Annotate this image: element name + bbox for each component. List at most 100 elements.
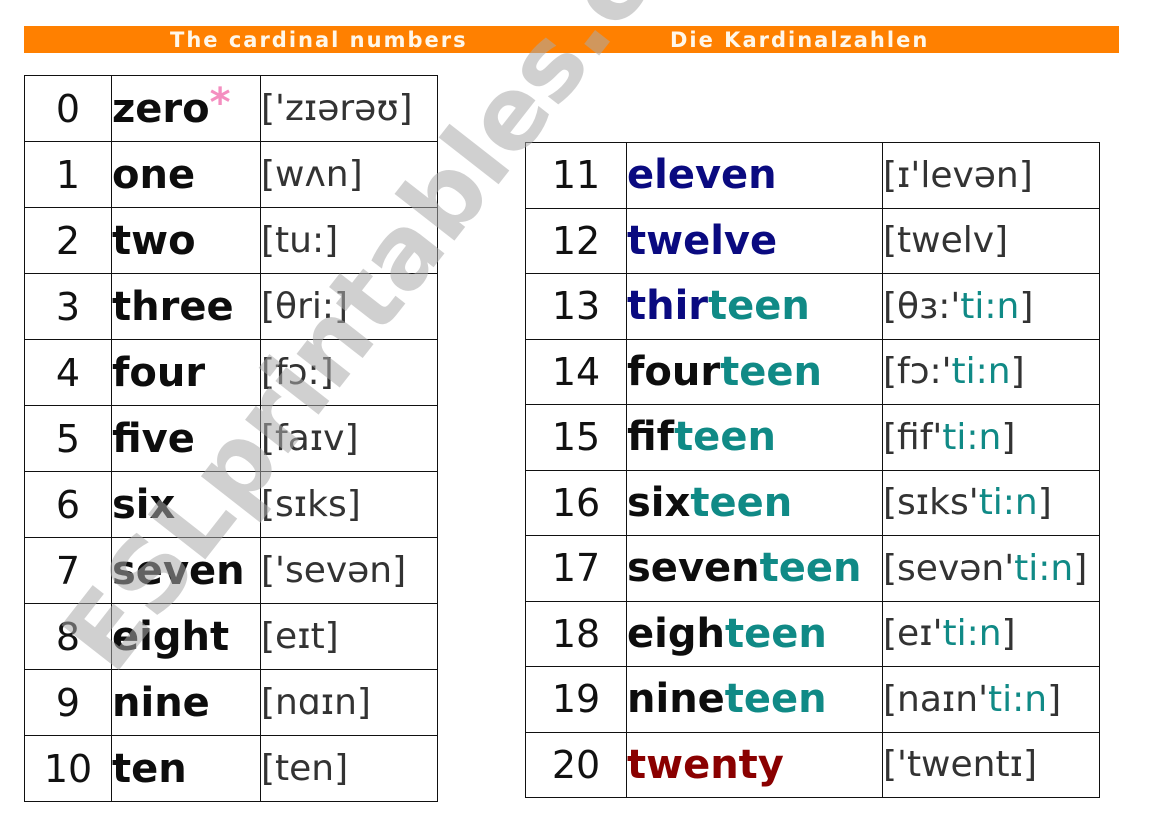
ipa-base: [sɪks' bbox=[883, 482, 979, 524]
word-suffix: teen bbox=[708, 283, 810, 330]
ipa-cell: [nɑɪn] bbox=[260, 669, 438, 736]
word-base: thir bbox=[627, 283, 709, 330]
ipa-base: [sevən' bbox=[883, 547, 1015, 589]
word-text: zero bbox=[112, 85, 210, 132]
table-row: 15 fifteen [fif'ti:n] bbox=[525, 404, 1100, 471]
ipa-cell: [fɔ:] bbox=[260, 339, 438, 406]
word-base: nine bbox=[627, 676, 725, 723]
ipa-cell: [θri:] bbox=[260, 273, 438, 340]
word-base: fif bbox=[627, 414, 675, 461]
number-cell: 2 bbox=[24, 207, 112, 274]
table-row: 3 three [θri:] bbox=[24, 273, 438, 340]
ipa-end: ] bbox=[1001, 416, 1016, 458]
ipa-cell: [tu:] bbox=[260, 207, 438, 274]
number-cell: 15 bbox=[525, 404, 627, 471]
word-base: twenty bbox=[627, 741, 784, 788]
word-cell: four bbox=[111, 339, 261, 406]
ipa-cell: [ɪ'levən] bbox=[882, 142, 1100, 209]
number-cell: 18 bbox=[525, 600, 627, 667]
word-cell: seven bbox=[111, 537, 261, 604]
word-base: eleven bbox=[627, 152, 777, 199]
word-cell: zero* bbox=[111, 75, 261, 142]
ipa-suffix: ti:n bbox=[942, 613, 1002, 655]
word-suffix: teen bbox=[759, 545, 862, 592]
ipa-end: ] bbox=[1010, 351, 1025, 393]
number-cell: 6 bbox=[24, 471, 112, 538]
word-base: seven bbox=[627, 545, 760, 592]
table-row: 19 nineteen [naɪn'ti:n] bbox=[525, 666, 1100, 733]
number-cell: 3 bbox=[24, 273, 112, 340]
numbers-table-0-10: 0 zero* ['zɪərəʊ] 1 one [wʌn] 2 two [tu:… bbox=[24, 75, 438, 802]
ipa-end: ] bbox=[1001, 613, 1016, 655]
ipa-suffix: ti:n bbox=[988, 678, 1048, 720]
table-row: 2 two [tu:] bbox=[24, 207, 438, 274]
number-cell: 17 bbox=[525, 535, 627, 602]
ipa-cell: [naɪn'ti:n] bbox=[882, 666, 1100, 733]
word-cell: twenty bbox=[626, 731, 883, 798]
table-row: 13 thirteen [θɜ:'ti:n] bbox=[525, 273, 1100, 340]
ipa-cell: [eɪ'ti:n] bbox=[882, 600, 1100, 667]
number-cell: 8 bbox=[24, 603, 112, 670]
ipa-cell: [θɜ:'ti:n] bbox=[882, 273, 1100, 340]
ipa-cell: [eɪt] bbox=[260, 603, 438, 670]
table-row: 12 twelve [twelv] bbox=[525, 207, 1100, 274]
word-suffix: teen bbox=[690, 479, 793, 526]
word-base: six bbox=[627, 479, 691, 526]
ipa-base: [ɪ'levən] bbox=[883, 154, 1033, 196]
table-row: 20 twenty ['twentɪ] bbox=[525, 731, 1100, 798]
word-cell: ten bbox=[111, 735, 261, 802]
ipa-suffix: ti:n bbox=[951, 351, 1011, 393]
number-cell: 0 bbox=[24, 75, 112, 142]
number-cell: 11 bbox=[525, 142, 627, 209]
word-cell: thirteen bbox=[626, 273, 883, 340]
asterisk-icon: * bbox=[209, 79, 231, 126]
table-row: 18 eighteen [eɪ'ti:n] bbox=[525, 600, 1100, 667]
word-cell: twelve bbox=[626, 207, 883, 274]
title-german: Die Kardinalzahlen bbox=[670, 28, 930, 52]
number-cell: 1 bbox=[24, 141, 112, 208]
word-cell: five bbox=[111, 405, 261, 472]
ipa-cell: [fɔ:'ti:n] bbox=[882, 338, 1100, 405]
word-cell: eleven bbox=[626, 142, 883, 209]
word-suffix: teen bbox=[674, 414, 776, 461]
number-cell: 14 bbox=[525, 338, 627, 405]
table-row: 14 fourteen [fɔ:'ti:n] bbox=[525, 338, 1100, 405]
ipa-base: [twelv] bbox=[883, 220, 1009, 262]
word-cell: two bbox=[111, 207, 261, 274]
ipa-end: ] bbox=[1019, 285, 1034, 327]
word-base: eigh bbox=[627, 610, 725, 657]
table-row: 0 zero* ['zɪərəʊ] bbox=[24, 75, 438, 142]
table-row: 4 four [fɔ:] bbox=[24, 339, 438, 406]
word-cell: nine bbox=[111, 669, 261, 736]
ipa-suffix: ti:n bbox=[960, 285, 1020, 327]
word-cell: fifteen bbox=[626, 404, 883, 471]
word-cell: three bbox=[111, 273, 261, 340]
ipa-suffix: ti:n bbox=[978, 482, 1038, 524]
ipa-base: ['twentɪ] bbox=[883, 744, 1038, 786]
ipa-cell: [sɪks] bbox=[260, 471, 438, 538]
ipa-base: [fif' bbox=[883, 416, 943, 458]
table-row: 17 seventeen [sevən'ti:n] bbox=[525, 535, 1100, 602]
table-row: 8 eight [eɪt] bbox=[24, 603, 438, 670]
title-english: The cardinal numbers bbox=[170, 28, 468, 52]
table-row: 6 six [sɪks] bbox=[24, 471, 438, 538]
ipa-base: [θɜ:' bbox=[883, 285, 961, 327]
number-cell: 5 bbox=[24, 405, 112, 472]
ipa-cell: [wʌn] bbox=[260, 141, 438, 208]
number-cell: 13 bbox=[525, 273, 627, 340]
table-row: 7 seven ['sevən] bbox=[24, 537, 438, 604]
word-suffix: teen bbox=[724, 676, 827, 723]
word-suffix: teen bbox=[720, 348, 822, 395]
ipa-suffix: ti:n bbox=[1014, 547, 1074, 589]
table-row: 9 nine [nɑɪn] bbox=[24, 669, 438, 736]
ipa-cell: ['sevən] bbox=[260, 537, 438, 604]
ipa-base: [eɪ' bbox=[883, 613, 943, 655]
word-base: four bbox=[627, 348, 721, 395]
word-cell: six bbox=[111, 471, 261, 538]
table-row: 10 ten [ten] bbox=[24, 735, 438, 802]
number-cell: 19 bbox=[525, 666, 627, 733]
word-cell: sixteen bbox=[626, 469, 883, 536]
number-cell: 4 bbox=[24, 339, 112, 406]
ipa-cell: ['zɪərəʊ] bbox=[260, 75, 438, 142]
word-cell: one bbox=[111, 141, 261, 208]
